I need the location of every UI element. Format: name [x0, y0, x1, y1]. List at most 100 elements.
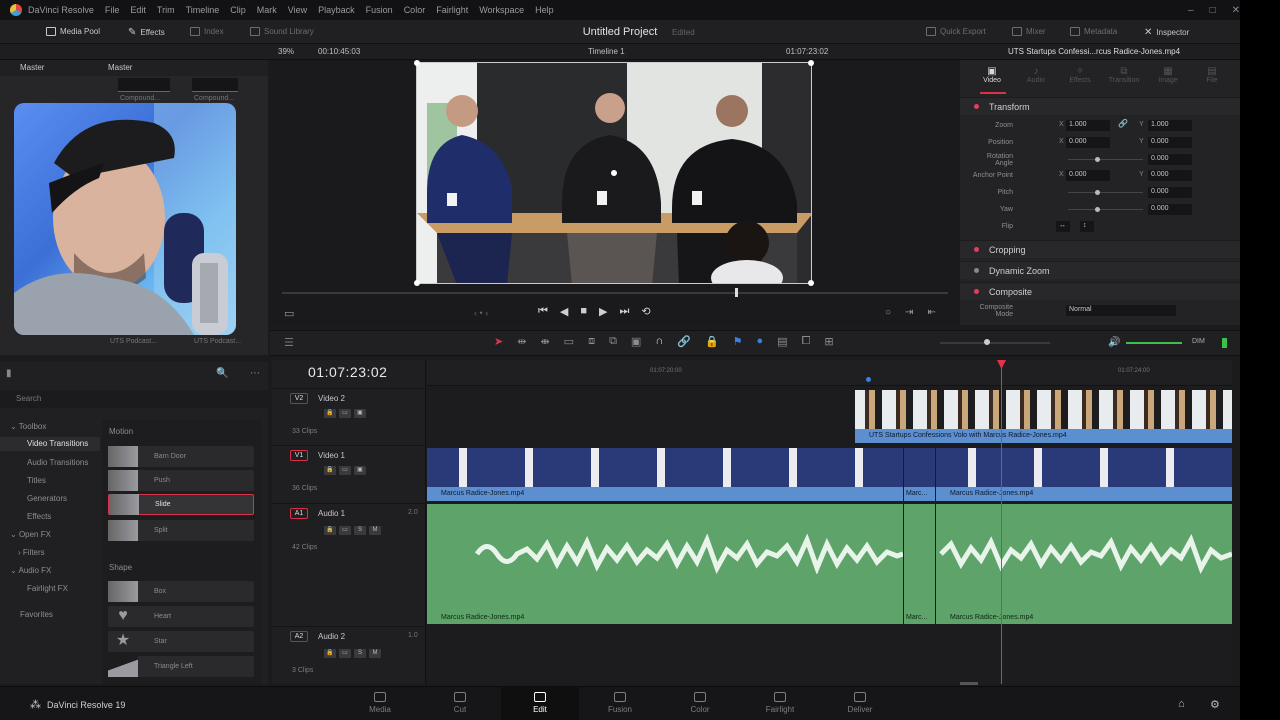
solo-icon[interactable]: S — [354, 649, 366, 658]
lock-icon[interactable]: 🔒 — [324, 409, 336, 418]
skip-back-icon[interactable]: ⏮ — [538, 305, 548, 318]
yaw-slider[interactable] — [1068, 209, 1143, 210]
visibility-icon[interactable]: ▣ — [354, 466, 366, 475]
track-id-a1[interactable]: A1 — [290, 508, 308, 519]
scrubber-playhead[interactable] — [735, 288, 738, 297]
position-x-field[interactable]: 0.000 — [1066, 137, 1110, 148]
transform-handle[interactable] — [414, 60, 420, 66]
tree-filters[interactable]: › Filters — [18, 548, 45, 557]
composite-section-header[interactable]: Composite — [960, 282, 1240, 300]
viewer-scrubber[interactable] — [282, 292, 948, 294]
timeline-timecode[interactable]: 01:07:23:02 — [308, 364, 387, 380]
selection-tool-icon[interactable]: ➤ — [494, 335, 503, 348]
index-button[interactable]: Index — [190, 27, 224, 36]
slider-knob[interactable] — [1095, 190, 1100, 195]
track-name[interactable]: Video 2 — [318, 394, 345, 403]
tree-open-fx[interactable]: ⌄ Open FX — [10, 530, 51, 539]
anchor-handle[interactable] — [611, 170, 617, 176]
menu-trim[interactable]: Trim — [157, 5, 175, 15]
menu-view[interactable]: View — [288, 5, 307, 15]
v1-clip[interactable]: Marc... — [904, 448, 935, 501]
dim-button[interactable]: DIM — [1192, 338, 1205, 345]
a1-clip[interactable]: Marc... — [904, 504, 935, 624]
pitch-field[interactable]: 0.000 — [1148, 187, 1192, 198]
zoom-y-field[interactable]: 1.000 — [1148, 120, 1192, 131]
volume-slider[interactable] — [1126, 342, 1182, 344]
timeline-options-icon[interactable]: ☰ — [284, 336, 294, 349]
visibility-icon[interactable]: ▣ — [354, 409, 366, 418]
mixer-button[interactable]: Mixer — [1012, 27, 1046, 36]
linked-selection-icon[interactable]: 🔗 — [677, 335, 691, 348]
effect-push[interactable]: Push — [108, 470, 254, 491]
page-tab-fusion[interactable]: Fusion — [581, 686, 659, 720]
zoom-slider-knob[interactable] — [984, 339, 990, 345]
tree-audio-fx[interactable]: ⌄ Audio FX — [10, 566, 51, 575]
page-tab-deliver[interactable]: Deliver — [821, 686, 899, 720]
effect-star[interactable]: ★ Star — [108, 631, 254, 652]
tree-titles[interactable]: Titles — [27, 476, 46, 485]
safe-area-icon[interactable]: ▭ — [284, 307, 294, 320]
reverse-play-icon[interactable]: ◀ — [560, 305, 568, 318]
menu-workspace[interactable]: Workspace — [479, 5, 524, 15]
play-icon[interactable]: ▶ — [599, 305, 607, 318]
jog-icon[interactable]: ‹ • › — [474, 308, 488, 318]
v1-clip[interactable]: Marcus Radice-Jones.mp4 — [427, 448, 903, 501]
page-tab-color[interactable]: Color — [661, 686, 739, 720]
detail-zoom-icon[interactable]: ⧠ — [802, 335, 811, 348]
menu-timeline[interactable]: Timeline — [186, 5, 220, 15]
shape-section-header[interactable]: Shape — [109, 563, 132, 572]
close-icon[interactable]: ✕ — [1232, 5, 1240, 16]
menu-playback[interactable]: Playback — [318, 5, 355, 15]
effect-slide[interactable]: Slide — [108, 494, 254, 515]
section-enabled-icon[interactable] — [974, 104, 979, 109]
blade-tool-icon[interactable]: ▭ — [564, 335, 574, 348]
effect-triangle-left[interactable]: Triangle Left — [108, 656, 254, 677]
slider-knob[interactable] — [1095, 157, 1100, 162]
page-tab-edit[interactable]: Edit — [501, 686, 579, 720]
custom-zoom-icon[interactable]: ⊞ — [824, 335, 833, 348]
tree-generators[interactable]: Generators — [27, 494, 67, 503]
quick-export-button[interactable]: Quick Export — [926, 27, 986, 36]
loop-icon[interactable]: ⟲ — [641, 305, 650, 318]
tree-effects[interactable]: Effects — [27, 512, 51, 521]
slider-knob[interactable] — [1095, 207, 1100, 212]
motion-section-header[interactable]: Motion — [109, 427, 133, 436]
menu-edit[interactable]: Edit — [130, 5, 146, 15]
v2-clip[interactable]: UTS Startups Confessions Volo with Marcu… — [855, 390, 1232, 443]
rotation-slider[interactable] — [1068, 159, 1143, 160]
section-disabled-icon[interactable] — [974, 268, 979, 273]
timeline-playhead[interactable] — [1001, 360, 1002, 684]
maximize-icon[interactable]: □ — [1210, 5, 1216, 16]
match-frame-icon[interactable]: ○ — [885, 307, 891, 318]
lock-icon[interactable]: 🔒 — [324, 466, 336, 475]
lock-icon[interactable]: 🔒 — [324, 526, 336, 535]
flip-vertical-icon[interactable]: ↕ — [1080, 221, 1094, 232]
panel-toggle-icon[interactable]: ▮ — [6, 368, 12, 379]
tab-image[interactable]: ▦ Image — [1146, 66, 1190, 84]
solo-icon[interactable]: S — [354, 526, 366, 535]
metadata-button[interactable]: Metadata — [1070, 27, 1117, 36]
search-icon[interactable]: 🔍 — [216, 368, 228, 379]
menu-file[interactable]: File — [105, 5, 120, 15]
auto-select-icon[interactable]: ▭ — [339, 526, 351, 535]
menu-mark[interactable]: Mark — [257, 5, 277, 15]
track-name[interactable]: Audio 2 — [318, 632, 345, 641]
tree-favorites[interactable]: Favorites — [20, 610, 53, 619]
media-thumbnail[interactable] — [192, 78, 238, 92]
skip-forward-icon[interactable]: ⏭ — [620, 305, 630, 318]
tab-video[interactable]: ▣ Video — [970, 66, 1014, 84]
timeline-ruler[interactable] — [427, 360, 1232, 386]
dynamic-zoom-section-header[interactable]: Dynamic Zoom — [960, 261, 1240, 279]
transform-handle[interactable] — [808, 60, 814, 66]
auto-select-icon[interactable]: ▭ — [339, 409, 351, 418]
a1-clip[interactable]: Marcus Radice-Jones.mp4 — [936, 504, 1232, 624]
overwrite-clip-icon[interactable]: ⧉ — [609, 335, 617, 348]
flip-horizontal-icon[interactable]: ↔ — [1056, 221, 1070, 232]
home-icon[interactable]: ⌂ — [1178, 698, 1185, 710]
position-lock-icon[interactable]: 🔒 — [705, 335, 719, 348]
full-extent-zoom-icon[interactable]: ▤ — [777, 335, 787, 348]
mute-icon[interactable]: M — [369, 526, 381, 535]
transform-section-header[interactable]: Transform — [960, 97, 1240, 115]
zoom-x-field[interactable]: 1.000 — [1066, 120, 1110, 131]
rotation-field[interactable]: 0.000 — [1148, 154, 1192, 165]
